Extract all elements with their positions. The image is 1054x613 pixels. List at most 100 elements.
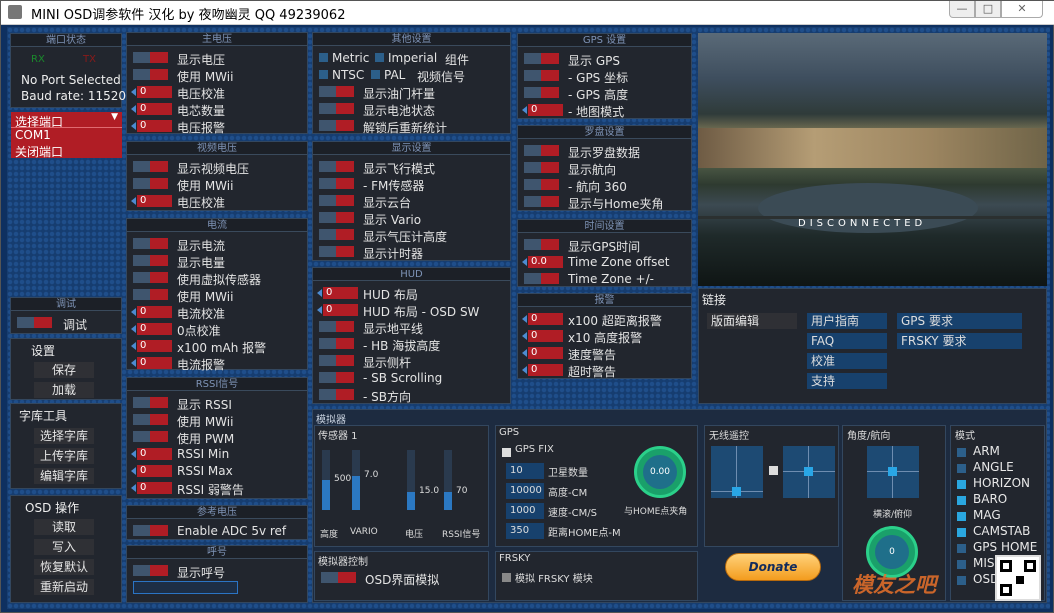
toggle[interactable] [319,178,354,189]
toggle[interactable] [524,179,559,190]
toggle[interactable] [319,120,354,131]
minimize-button[interactable]: — [949,1,975,18]
number-input[interactable]: 0 [317,287,358,299]
gps-fix-checkbox[interactable] [502,448,511,457]
toggle[interactable] [524,162,559,173]
toggle[interactable] [319,372,354,383]
toggle[interactable] [319,355,354,366]
toggle[interactable] [524,70,559,81]
stick-handle[interactable] [732,487,741,496]
number-input[interactable]: 0 [522,347,563,359]
rc-right-stick[interactable] [783,446,835,498]
port-option-close[interactable]: 关闭端口 [15,143,63,160]
pal-radio[interactable] [371,70,380,79]
save-button[interactable]: 保存 [34,362,94,378]
rc-center-checkbox[interactable] [769,466,778,475]
number-input[interactable]: 0 [131,306,172,318]
speed-input[interactable]: 1000 [506,503,544,519]
toggle[interactable] [524,239,559,250]
sensor-bar[interactable] [352,450,360,510]
toggle[interactable] [319,212,354,223]
calibration-link[interactable]: 校准 [807,353,887,369]
toggle[interactable] [133,272,168,283]
close-button[interactable]: ✕ [1001,1,1043,18]
metric-radio[interactable] [319,53,328,62]
rc-left-stick[interactable] [711,446,763,498]
toggle[interactable] [319,321,354,332]
sensor-bar[interactable] [322,450,330,510]
toggle[interactable] [133,69,168,80]
toggle[interactable] [319,103,354,114]
distance-input[interactable]: 350 [506,523,544,539]
port-option-com1[interactable]: COM1 [15,128,51,142]
altitude-input[interactable]: 10000 [506,483,544,499]
toggle[interactable] [133,178,168,189]
mode-checkbox[interactable] [957,496,966,505]
debug-toggle[interactable] [17,317,52,328]
roll-pitch-pad[interactable] [867,446,919,498]
donate-button[interactable]: Donate [725,553,821,581]
toggle[interactable] [319,229,354,240]
number-input[interactable]: 0 [522,330,563,342]
toggle[interactable] [319,195,354,206]
toggle[interactable] [133,397,168,408]
mode-checkbox[interactable] [957,528,966,537]
sensor-bar[interactable] [407,450,415,510]
toggle[interactable] [133,161,168,172]
number-input[interactable]: 0 [131,323,172,335]
stick-handle[interactable] [804,467,813,476]
select-font-button[interactable]: 选择字库 [34,428,94,444]
toggle[interactable] [524,87,559,98]
number-input[interactable]: 0 [131,448,172,460]
number-input[interactable]: 0 [131,120,172,132]
toggle[interactable] [321,572,356,583]
home-angle-dial[interactable]: 0.00 [634,446,686,498]
toggle[interactable] [133,431,168,442]
number-input[interactable]: 0 [131,357,172,369]
toggle[interactable] [319,246,354,257]
toggle[interactable] [524,196,559,207]
number-input[interactable]: 0 [522,313,563,325]
toggle[interactable] [133,414,168,425]
imperial-radio[interactable] [375,53,384,62]
edit-font-button[interactable]: 编辑字库 [34,468,94,484]
support-link[interactable]: 支持 [807,373,887,389]
write-button[interactable]: 写入 [34,539,94,555]
number-input[interactable]: 0 [131,195,172,207]
number-input[interactable]: 0 [131,103,172,115]
user-guide-link[interactable]: 用户指南 [807,313,887,329]
number-input[interactable]: 0 [522,104,563,116]
mode-checkbox[interactable] [957,448,966,457]
toggle[interactable] [319,338,354,349]
toggle[interactable] [133,565,168,576]
toggle[interactable] [133,289,168,300]
maximize-button[interactable]: □ [975,1,1001,18]
number-input[interactable]: 0 [131,86,172,98]
number-input[interactable]: 0 [131,340,172,352]
toggle[interactable] [524,273,559,284]
mode-checkbox[interactable] [957,544,966,553]
layout-edit-button[interactable]: 版面编辑 [707,313,797,329]
toggle[interactable] [319,389,354,400]
toggle[interactable] [133,525,168,536]
toggle[interactable] [319,161,354,172]
upload-font-button[interactable]: 上传字库 [34,448,94,464]
toggle[interactable] [133,255,168,266]
number-input[interactable]: 0 [131,465,172,477]
mode-checkbox[interactable] [957,512,966,521]
read-button[interactable]: 读取 [34,519,94,535]
satellites-input[interactable]: 10 [506,463,544,479]
callsign-input[interactable] [133,581,238,594]
gps-requirements-link[interactable]: GPS 要求 [897,313,1022,329]
number-input[interactable]: 0.0 [522,256,563,268]
load-button[interactable]: 加载 [34,382,94,398]
toggle[interactable] [133,238,168,249]
restart-button[interactable]: 重新启动 [34,579,94,595]
reset-default-button[interactable]: 恢复默认 [34,559,94,575]
mode-checkbox[interactable] [957,480,966,489]
number-input[interactable]: 0 [317,304,358,316]
toggle[interactable] [524,53,559,64]
toggle[interactable] [133,52,168,63]
number-input[interactable]: 0 [522,364,563,376]
toggle[interactable] [524,145,559,156]
